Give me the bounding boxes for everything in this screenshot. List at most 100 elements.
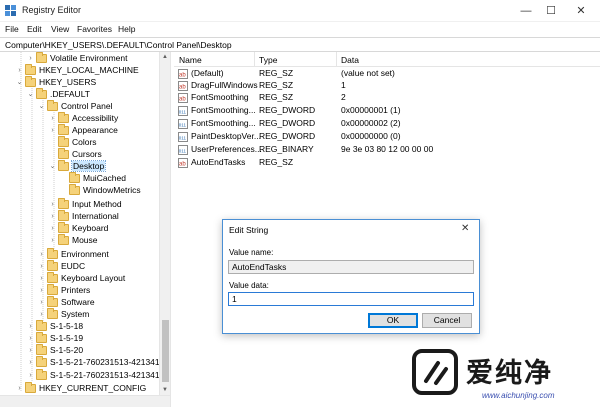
chevron-right-icon[interactable]: ›: [48, 115, 57, 122]
list-item[interactable]: 011 FontSmoothing... REG_DWORD 0x0000000…: [174, 118, 600, 130]
tree-item[interactable]: › S-1-5-18: [26, 319, 84, 332]
chevron-down-icon[interactable]: ⌄: [48, 162, 57, 170]
value-type: REG_DWORD: [259, 105, 316, 115]
tree-item[interactable]: › Environment: [37, 247, 109, 260]
tree-item[interactable]: › HKEY_LOCAL_MACHINE: [15, 63, 139, 76]
tree-item[interactable]: WindowMetrics: [59, 183, 141, 196]
column-divider[interactable]: [254, 52, 255, 67]
chevron-down-icon[interactable]: ⌄: [15, 78, 24, 86]
folder-icon: [69, 183, 80, 195]
chevron-right-icon[interactable]: ›: [48, 237, 57, 244]
tree-item[interactable]: › Accessibility: [48, 111, 118, 124]
chevron-right-icon[interactable]: ›: [37, 251, 46, 258]
column-header-type[interactable]: Type: [259, 55, 277, 65]
tree-item[interactable]: › EUDC: [37, 259, 85, 272]
chevron-right-icon[interactable]: ›: [37, 263, 46, 270]
tree-item-label: Keyboard Layout: [61, 273, 126, 283]
chevron-right-icon[interactable]: ›: [48, 201, 57, 208]
tree-item-label: HKEY_USERS: [39, 77, 97, 87]
chevron-down-icon[interactable]: ⌄: [37, 102, 46, 110]
chevron-right-icon[interactable]: ›: [26, 323, 35, 330]
tree-item[interactable]: › S-1-5-20: [26, 343, 83, 356]
tree-item[interactable]: › International: [48, 209, 119, 222]
chevron-right-icon[interactable]: ›: [37, 287, 46, 294]
chevron-right-icon[interactable]: ›: [37, 311, 46, 318]
menu-file[interactable]: File: [5, 24, 19, 34]
tree-item[interactable]: MuiCached: [59, 171, 126, 184]
chevron-right-icon[interactable]: ›: [26, 359, 35, 366]
chevron-right-icon[interactable]: ›: [48, 213, 57, 220]
chevron-right-icon[interactable]: ›: [37, 275, 46, 282]
folder-icon: [58, 111, 69, 123]
menu-edit[interactable]: Edit: [27, 24, 42, 34]
chevron-down-icon[interactable]: ⌄: [26, 90, 35, 98]
value-data-field[interactable]: 1: [228, 292, 474, 306]
tree-item[interactable]: › Printers: [37, 283, 90, 296]
tree-item[interactable]: › S-1-5-19: [26, 331, 83, 344]
close-button[interactable]: ✕: [563, 0, 599, 22]
chevron-right-icon[interactable]: ›: [15, 67, 24, 74]
tree-item[interactable]: › HKEY_CURRENT_CONFIG: [15, 381, 146, 394]
tree-item[interactable]: › S-1-5-21-760231513-42134192: [26, 355, 169, 368]
value-type: REG_BINARY: [259, 144, 314, 154]
list-item[interactable]: ab DragFullWindows REG_SZ 1: [174, 80, 600, 92]
chevron-right-icon[interactable]: ›: [15, 385, 24, 392]
column-header-name[interactable]: Name: [179, 55, 202, 65]
tree-item[interactable]: ⌄ Control Panel: [37, 99, 113, 112]
menu-help[interactable]: Help: [118, 24, 135, 34]
value-name: UserPreferences...: [191, 144, 262, 154]
address-bar[interactable]: Computer\HKEY_USERS\.DEFAULT\Control Pan…: [0, 37, 600, 52]
scroll-thumb[interactable]: [162, 320, 169, 382]
list-item[interactable]: ab AutoEndTasks REG_SZ: [174, 157, 600, 169]
chevron-right-icon[interactable]: ›: [37, 299, 46, 306]
tree-item[interactable]: › Keyboard: [48, 221, 108, 234]
tree-item[interactable]: › Input Method: [48, 197, 122, 210]
tree-vertical-scrollbar[interactable]: ▲ ▼: [159, 52, 170, 395]
menu-favorites[interactable]: Favorites: [77, 24, 112, 34]
ok-button[interactable]: OK: [368, 313, 418, 328]
column-header-data[interactable]: Data: [341, 55, 359, 65]
list-item[interactable]: ab (Default) REG_SZ (value not set): [174, 68, 600, 80]
chevron-right-icon[interactable]: ›: [48, 225, 57, 232]
tree-item-label: Environment: [61, 249, 109, 259]
dialog-title-bar[interactable]: Edit String ✕: [223, 220, 479, 240]
folder-icon: [58, 147, 69, 159]
tree-item[interactable]: › Volatile Environment: [26, 52, 128, 64]
chevron-right-icon[interactable]: ›: [26, 372, 35, 379]
folder-icon: [36, 343, 47, 355]
chevron-right-icon[interactable]: ›: [26, 347, 35, 354]
chevron-right-icon[interactable]: ›: [48, 127, 57, 134]
tree-item-selected[interactable]: ⌄ Desktop: [48, 159, 107, 172]
list-item[interactable]: 011 UserPreferences... REG_BINARY 9e 3e …: [174, 144, 600, 156]
tree-item[interactable]: Colors: [48, 135, 97, 148]
tree-item[interactable]: › S-1-5-21-760231513-42134192: [26, 368, 169, 381]
folder-icon: [36, 331, 47, 343]
list-item[interactable]: ab FontSmoothing REG_SZ 2: [174, 92, 600, 104]
tree-item[interactable]: › Keyboard Layout: [37, 271, 126, 284]
chevron-right-icon[interactable]: ›: [26, 335, 35, 342]
scroll-down-icon[interactable]: ▼: [160, 385, 170, 395]
folder-icon: [25, 75, 36, 87]
tree-item[interactable]: › System: [37, 307, 89, 320]
binary-value-icon: 011: [178, 145, 188, 155]
list-item[interactable]: 011 PaintDesktopVer... REG_DWORD 0x00000…: [174, 131, 600, 143]
folder-icon: [47, 271, 58, 283]
tree-item[interactable]: › Mouse: [48, 233, 98, 246]
tree-item[interactable]: ⌄ HKEY_USERS: [15, 75, 97, 88]
column-divider[interactable]: [336, 52, 337, 67]
tree-item-label: HKEY_LOCAL_MACHINE: [39, 65, 139, 75]
scroll-up-icon[interactable]: ▲: [160, 52, 170, 62]
dialog-close-button[interactable]: ✕: [461, 223, 469, 234]
chevron-right-icon[interactable]: ›: [26, 55, 35, 62]
cancel-button[interactable]: Cancel: [422, 313, 472, 328]
menu-view[interactable]: View: [51, 24, 69, 34]
tree-item-label: MuiCached: [83, 173, 126, 183]
tree-item[interactable]: Cursors: [48, 147, 102, 160]
tree-item-label: Desktop: [70, 160, 107, 172]
tree-horizontal-scrollbar[interactable]: [0, 395, 170, 407]
tree-item[interactable]: › Appearance: [48, 123, 118, 136]
tree-item-label: S-1-5-18: [50, 321, 84, 331]
list-item[interactable]: 011 FontSmoothing... REG_DWORD 0x0000000…: [174, 105, 600, 117]
tree-item[interactable]: › Software: [37, 295, 95, 308]
tree-item[interactable]: ⌄ .DEFAULT: [26, 87, 90, 100]
